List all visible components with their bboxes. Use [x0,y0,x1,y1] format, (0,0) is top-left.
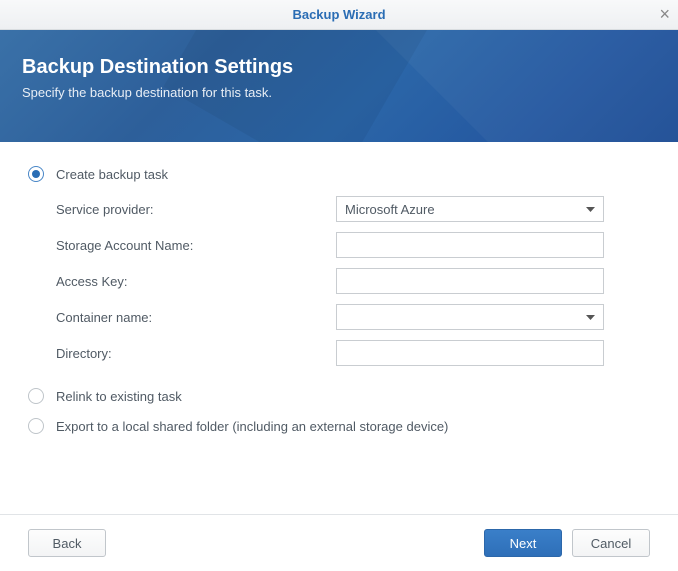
window-title: Backup Wizard [292,7,385,22]
next-button[interactable]: Next [484,529,562,557]
cancel-button[interactable]: Cancel [572,529,650,557]
option-create-backup[interactable]: Create backup task [28,166,650,182]
close-icon[interactable]: × [659,5,670,23]
banner: Backup Destination Settings Specify the … [0,30,678,142]
dropdown-container[interactable] [336,304,604,330]
input-directory[interactable] [336,340,604,366]
radio-icon [28,166,44,182]
input-storage-account[interactable] [336,232,604,258]
back-button[interactable]: Back [28,529,106,557]
row-access-key: Access Key: [56,268,650,294]
row-storage-account: Storage Account Name: [56,232,650,258]
page-subtitle: Specify the backup destination for this … [22,85,656,100]
label-container: Container name: [56,310,336,325]
label-storage-account: Storage Account Name: [56,238,336,253]
label-directory: Directory: [56,346,336,361]
dropdown-service-provider[interactable]: Microsoft Azure [336,196,604,222]
dropdown-value: Microsoft Azure [345,202,435,217]
content-area: Create backup task Service provider: Mic… [0,142,678,434]
chevron-down-icon [586,315,595,320]
titlebar: Backup Wizard × [0,0,678,30]
radio-icon [28,418,44,434]
option-relink-existing[interactable]: Relink to existing task [28,388,650,404]
label-access-key: Access Key: [56,274,336,289]
radio-icon [28,388,44,404]
row-service-provider: Service provider: Microsoft Azure [56,196,650,222]
radio-label: Export to a local shared folder (includi… [56,419,448,434]
page-title: Backup Destination Settings [22,56,656,79]
row-container: Container name: [56,304,650,330]
option-export-local[interactable]: Export to a local shared folder (includi… [28,418,650,434]
row-directory: Directory: [56,340,650,366]
input-access-key[interactable] [336,268,604,294]
radio-label: Relink to existing task [56,389,182,404]
create-backup-form: Service provider: Microsoft Azure Storag… [28,196,650,366]
radio-label: Create backup task [56,167,168,182]
footer: Back Next Cancel [0,514,678,557]
chevron-down-icon [586,207,595,212]
label-service-provider: Service provider: [56,202,336,217]
